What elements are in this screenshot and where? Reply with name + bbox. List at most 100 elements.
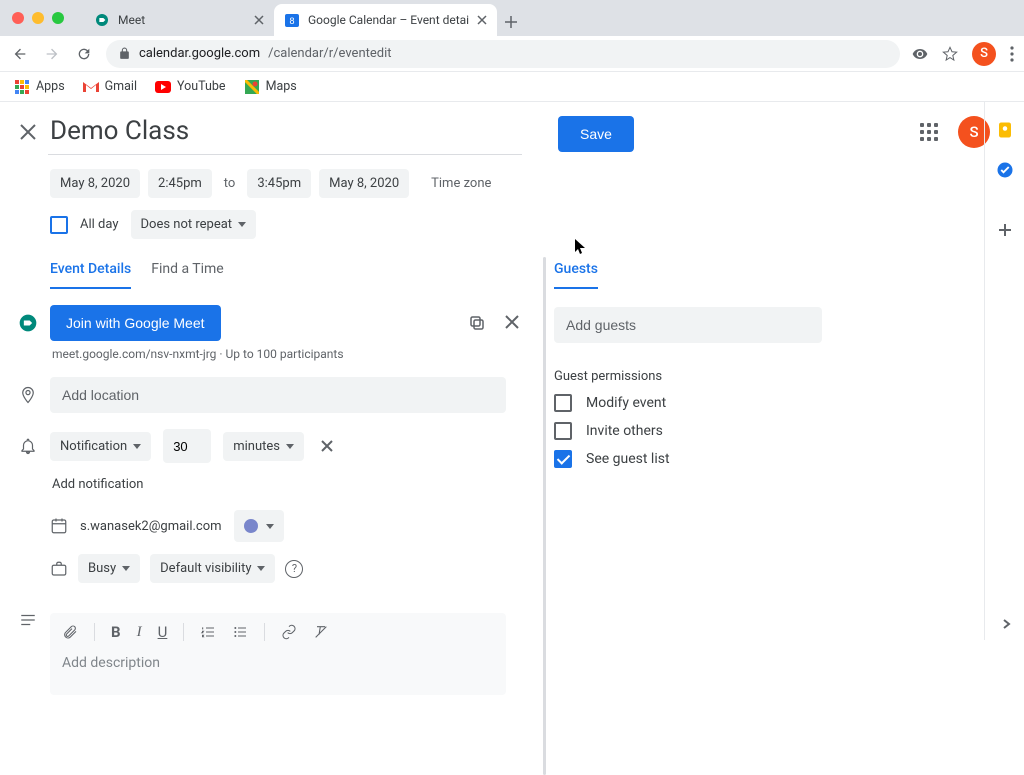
remove-meet-icon[interactable] [504, 314, 520, 332]
back-button[interactable] [10, 46, 30, 62]
description-placeholder: Add description [50, 651, 506, 675]
clear-format-icon[interactable] [313, 624, 329, 640]
window-zoom[interactable] [52, 12, 64, 24]
apps-grid-icon [14, 79, 30, 95]
date-time-row: May 8, 2020 2:45pm to 3:45pm May 8, 2020… [50, 169, 1024, 198]
column-divider [543, 257, 546, 775]
visibility-dropdown[interactable]: Default visibility [150, 554, 275, 583]
reload-button[interactable] [74, 46, 94, 62]
end-time[interactable]: 3:45pm [247, 169, 311, 198]
apps-shortcut[interactable]: Apps [14, 79, 65, 95]
youtube-icon [155, 79, 171, 95]
italic-icon[interactable]: I [137, 624, 142, 641]
all-day-label: All day [80, 217, 119, 232]
url-host: calendar.google.com [139, 46, 260, 61]
maps-bookmark[interactable]: Maps [244, 79, 297, 95]
end-date[interactable]: May 8, 2020 [319, 169, 409, 198]
modify-event-checkbox[interactable] [554, 394, 572, 412]
bookmarks-bar: Apps Gmail YouTube Maps [0, 72, 1024, 102]
add-panel-icon[interactable] [995, 220, 1015, 240]
guest-permissions-title: Guest permissions [554, 369, 854, 384]
keep-icon[interactable] [995, 120, 1015, 140]
bullet-list-icon[interactable] [232, 624, 248, 640]
save-button[interactable]: Save [558, 116, 634, 152]
window-close[interactable] [12, 12, 24, 24]
tab-label: Meet [118, 13, 145, 27]
star-icon[interactable] [942, 46, 958, 62]
notification-type-dropdown[interactable]: Notification [50, 432, 151, 461]
browser-tab-calendar[interactable]: 8 Google Calendar – Event detai [274, 4, 497, 36]
window-controls [0, 12, 76, 24]
start-date[interactable]: May 8, 2020 [50, 169, 140, 198]
bold-icon[interactable]: B [111, 623, 121, 641]
mouse-cursor [575, 239, 587, 255]
lock-icon [118, 47, 131, 60]
description-editor[interactable]: B I U Add description [50, 613, 506, 695]
browser-tab-meet[interactable]: Meet [84, 4, 274, 36]
see-guest-list-checkbox[interactable] [554, 450, 572, 468]
numbered-list-icon[interactable] [200, 624, 216, 640]
all-day-checkbox[interactable] [50, 216, 68, 234]
bell-icon [18, 437, 38, 455]
start-time[interactable]: 2:45pm [148, 169, 212, 198]
add-guests-input[interactable] [554, 307, 822, 343]
copy-link-icon[interactable] [468, 314, 486, 332]
caret-down-icon [266, 524, 274, 529]
notification-unit-dropdown[interactable]: minutes [223, 432, 304, 461]
help-icon[interactable]: ? [285, 560, 303, 578]
side-panel [984, 102, 1024, 640]
calendar-owner: s.wanasek2@gmail.com [80, 519, 222, 534]
kebab-icon[interactable] [1010, 46, 1014, 62]
color-swatch [244, 519, 258, 533]
location-icon [18, 386, 38, 404]
attach-icon[interactable] [62, 624, 78, 640]
meet-icon [18, 313, 38, 333]
tab-close-icon[interactable] [254, 15, 264, 25]
forward-button[interactable] [42, 46, 62, 62]
collapse-panel-icon[interactable] [1000, 618, 1012, 630]
tab-event-details[interactable]: Event Details [50, 261, 131, 289]
notification-value-input[interactable] [163, 429, 211, 463]
underline-icon[interactable]: U [158, 623, 168, 641]
calendar-small-icon [50, 517, 68, 535]
caret-down-icon [133, 444, 141, 449]
close-editor-button[interactable] [18, 122, 38, 142]
link-icon[interactable] [281, 624, 297, 640]
see-guest-list-label: See guest list [586, 451, 670, 467]
gmail-bookmark[interactable]: Gmail [83, 79, 137, 95]
location-input[interactable] [50, 377, 506, 413]
repeat-dropdown[interactable]: Does not repeat [131, 210, 257, 239]
busy-dropdown[interactable]: Busy [78, 554, 140, 583]
gmail-icon [83, 79, 99, 95]
join-meet-button[interactable]: Join with Google Meet [50, 305, 221, 341]
meet-favicon [94, 12, 110, 28]
description-icon [18, 611, 38, 629]
google-apps-button[interactable] [920, 123, 938, 141]
window-minimize[interactable] [32, 12, 44, 24]
youtube-bookmark[interactable]: YouTube [155, 79, 226, 95]
svg-text:8: 8 [289, 16, 294, 26]
tab-guests[interactable]: Guests [554, 261, 598, 289]
tab-close-icon[interactable] [477, 15, 487, 25]
meet-link-info: meet.google.com/nsv-nxmt-jrg · Up to 100… [52, 347, 540, 361]
url-path: /calendar/r/eventedit [268, 46, 391, 61]
event-title-input[interactable]: Demo Class [48, 116, 522, 148]
to-label: to [220, 176, 240, 191]
description-toolbar: B I U [50, 613, 506, 651]
calendar-event-editor: Demo Class Save S May 8, 2020 2:45pm to … [0, 102, 1024, 640]
invite-others-checkbox[interactable] [554, 422, 572, 440]
remove-notification-icon[interactable] [320, 439, 334, 453]
tab-find-time[interactable]: Find a Time [151, 261, 224, 289]
url-field[interactable]: calendar.google.com/calendar/r/eventedit [106, 40, 900, 68]
eye-icon[interactable] [912, 46, 928, 62]
tasks-icon[interactable] [995, 160, 1015, 180]
calendar-color-dropdown[interactable] [234, 510, 284, 542]
new-tab-button[interactable] [497, 8, 525, 36]
caret-down-icon [286, 444, 294, 449]
profile-avatar[interactable]: S [972, 42, 996, 66]
timezone-button[interactable]: Time zone [427, 176, 495, 191]
add-notification-button[interactable]: Add notification [52, 477, 540, 492]
caret-down-icon [122, 566, 130, 571]
calendar-favicon: 8 [284, 12, 300, 28]
caret-down-icon [238, 222, 246, 227]
